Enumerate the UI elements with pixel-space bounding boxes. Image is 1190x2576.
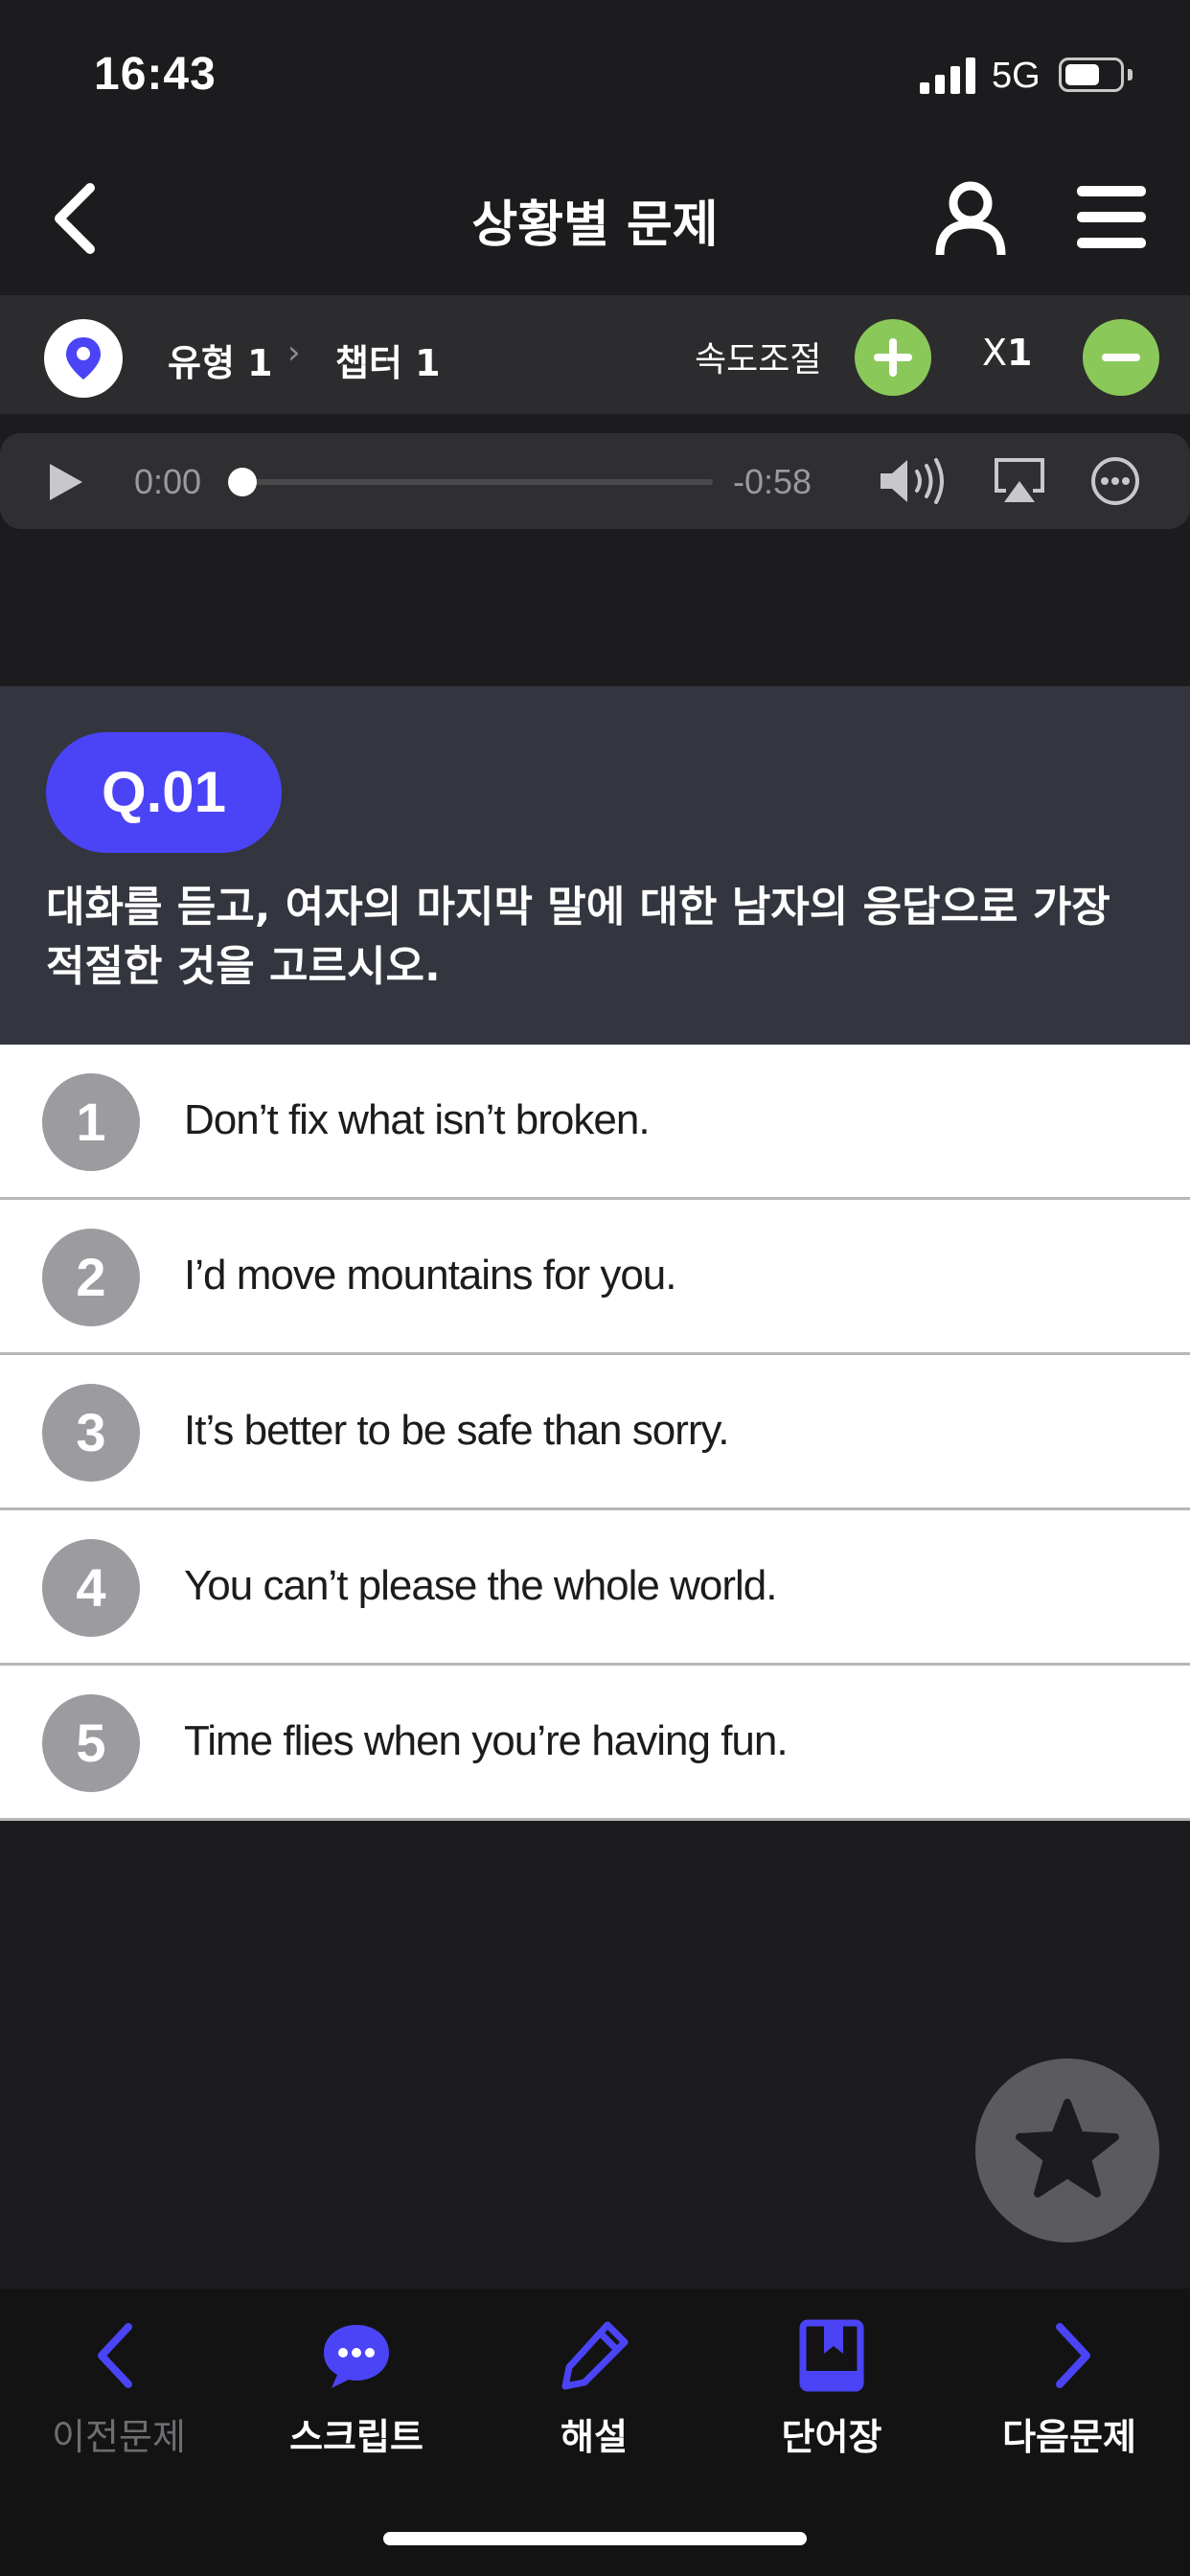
signal-icon — [920, 58, 975, 94]
breadcrumb-type[interactable]: 유형 1 — [168, 334, 273, 386]
answer-option-1[interactable]: 1 Don’t fix what isn’t broken. — [0, 1045, 1190, 1200]
header: 상황별 문제 — [0, 144, 1190, 295]
answer-option-4[interactable]: 4 You can’t please the whole world. — [0, 1510, 1190, 1666]
answer-option-5[interactable]: 5 Time flies when you’re having fun. — [0, 1666, 1190, 1821]
answer-option-2[interactable]: 2 I’d move mountains for you. — [0, 1200, 1190, 1355]
status-time: 16:43 — [94, 49, 217, 100]
breadcrumb-chapter[interactable]: 챕터 1 — [335, 334, 441, 386]
menu-icon[interactable] — [1075, 184, 1148, 251]
page-title: 상황별 문제 — [471, 196, 719, 254]
play-icon[interactable] — [48, 462, 84, 502]
breadcrumb-bar: 유형 1 › 챕터 1 속도조절 X1 — [0, 295, 1190, 414]
status-bar: 16:43 5G — [0, 0, 1190, 144]
tab-explanation-label: 해설 — [561, 2416, 628, 2458]
question-number-badge: Q.01 — [46, 732, 282, 853]
tab-prev-label: 이전문제 — [52, 2416, 186, 2458]
speed-decrease-button[interactable] — [1083, 319, 1159, 396]
option-text: Time flies when you’re having fun. — [184, 1717, 789, 1764]
volume-icon[interactable] — [877, 454, 948, 508]
breadcrumb-separator: › — [287, 334, 301, 372]
user-icon[interactable] — [934, 180, 1007, 257]
chat-bubble-icon — [324, 2325, 389, 2388]
favorite-button[interactable] — [975, 2058, 1159, 2242]
chevron-left-icon — [98, 2323, 132, 2388]
pencil-icon — [561, 2321, 629, 2390]
tab-next-question[interactable]: 다음문제 — [950, 2317, 1188, 2490]
speed-prefix: X — [982, 332, 1008, 374]
tab-next-label: 다음문제 — [1002, 2416, 1136, 2458]
battery-icon — [1059, 58, 1124, 92]
answer-option-3[interactable]: 3 It’s better to be safe than sorry. — [0, 1355, 1190, 1510]
question-panel: Q.01 대화를 듣고, 여자의 마지막 말에 대한 남자의 응답으로 가장 적… — [0, 686, 1190, 1045]
tab-vocabulary[interactable]: 단어장 — [713, 2317, 950, 2490]
more-options-icon[interactable] — [1090, 456, 1140, 506]
tab-script-label: 스크립트 — [289, 2416, 423, 2458]
option-text: It’s better to be safe than sorry. — [184, 1407, 729, 1454]
tab-explanation[interactable]: 해설 — [475, 2317, 713, 2490]
option-text: You can’t please the whole world. — [184, 1562, 777, 1609]
option-number: 3 — [42, 1384, 140, 1482]
option-text: Don’t fix what isn’t broken. — [184, 1096, 651, 1143]
location-pin-icon — [44, 319, 123, 398]
battery-tip — [1128, 69, 1133, 80]
speed-increase-button[interactable] — [855, 319, 931, 396]
star-icon — [1016, 2099, 1119, 2197]
answer-options: 1 Don’t fix what isn’t broken. 2 I’d mov… — [0, 1045, 1190, 1821]
time-elapsed: 0:00 — [134, 462, 202, 501]
progress-track[interactable] — [241, 479, 713, 485]
progress-knob[interactable] — [228, 468, 257, 496]
audio-player: 0:00 -0:58 — [0, 433, 1190, 529]
option-text: I’d move mountains for you. — [184, 1252, 676, 1299]
home-indicator — [383, 2532, 807, 2545]
option-number: 4 — [42, 1539, 140, 1637]
time-remaining: -0:58 — [733, 462, 812, 501]
option-number: 5 — [42, 1694, 140, 1792]
speed-number: 1 — [1007, 332, 1033, 374]
chevron-right-icon — [1056, 2323, 1090, 2388]
option-number: 2 — [42, 1229, 140, 1326]
tab-script[interactable]: 스크립트 — [238, 2317, 475, 2490]
speed-label: 속도조절 — [695, 340, 822, 380]
bottom-tab-bar: 이전문제 스크립트 해설 단어장 다음문제 — [0, 2288, 1190, 2576]
option-number: 1 — [42, 1073, 140, 1171]
book-icon — [799, 2319, 864, 2392]
question-text: 대화를 듣고, 여자의 마지막 말에 대한 남자의 응답으로 가장 적절한 것을… — [46, 883, 1110, 991]
network-type: 5G — [992, 56, 1041, 96]
tab-vocabulary-label: 단어장 — [781, 2416, 882, 2458]
tab-prev-question[interactable]: 이전문제 — [0, 2317, 238, 2490]
airplay-icon[interactable] — [993, 456, 1046, 506]
speed-value: X1 — [982, 332, 1033, 374]
